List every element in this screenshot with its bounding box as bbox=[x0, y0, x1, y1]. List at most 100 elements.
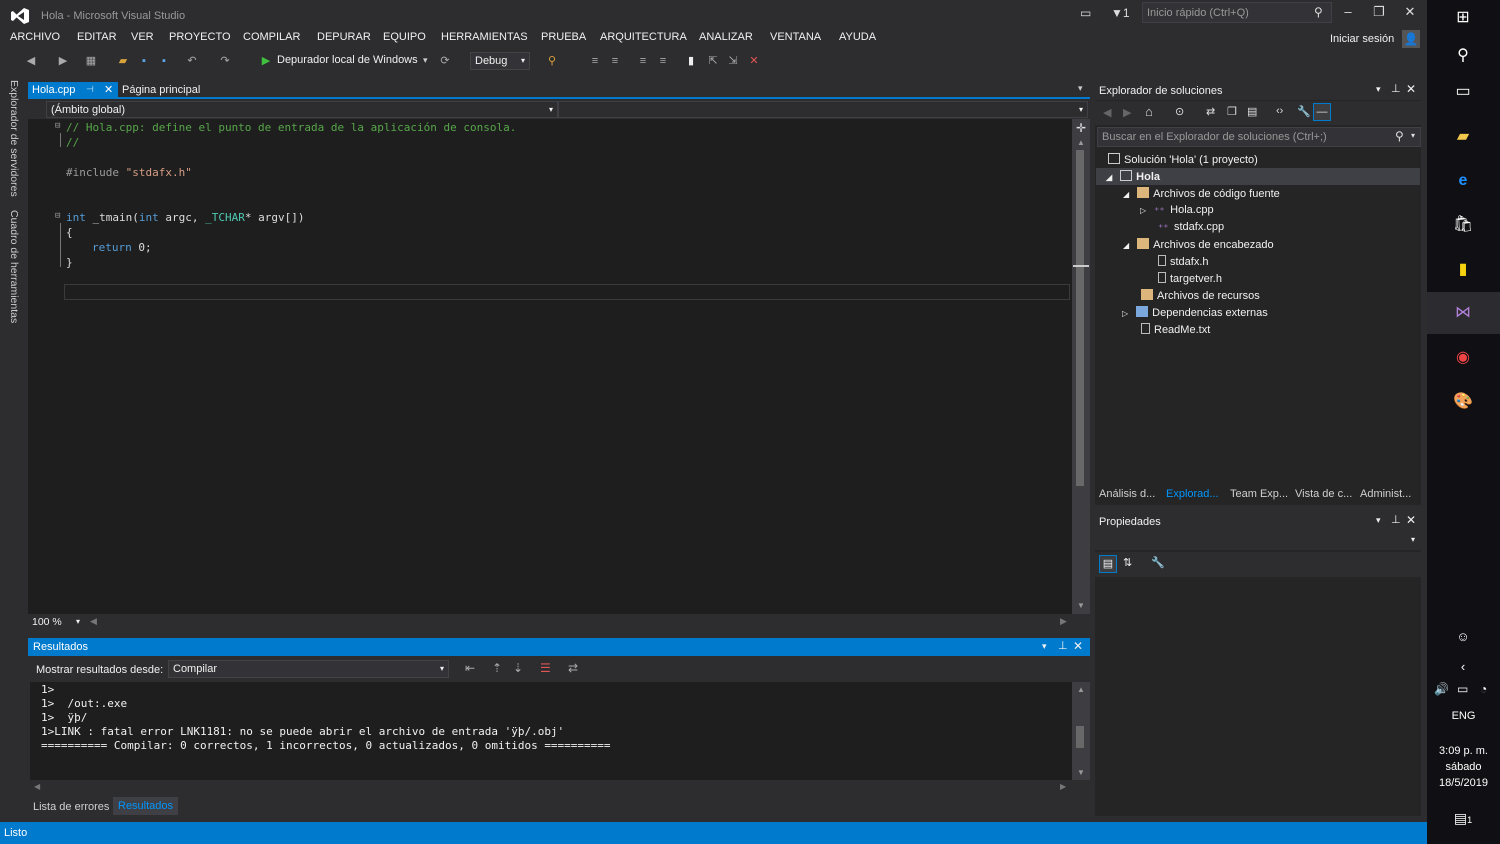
forward-icon[interactable]: ▶ bbox=[1123, 106, 1131, 119]
member-dropdown[interactable]: ▾ bbox=[558, 101, 1088, 118]
start-debug-icon[interactable]: ▶ bbox=[259, 54, 273, 68]
tree-item-readme[interactable]: ReadMe.txt bbox=[1141, 323, 1210, 336]
chevron-down-icon[interactable]: ▾ bbox=[76, 617, 80, 626]
clear-bookmarks-icon[interactable]: ✕ bbox=[747, 54, 761, 68]
tab-team-explorer[interactable]: Team Exp... bbox=[1230, 488, 1288, 500]
pin-icon[interactable]: ⊥ bbox=[1058, 639, 1068, 652]
bookmark-icon[interactable]: ▮ bbox=[684, 54, 698, 68]
search-icon[interactable]: ⚲ bbox=[1395, 129, 1404, 143]
menu-archivo[interactable]: ARCHIVO bbox=[10, 31, 60, 43]
scroll-right-icon[interactable]: ▶ bbox=[1060, 616, 1067, 627]
output-horizontal-scrollbar[interactable]: ◀ ▶ bbox=[30, 780, 1072, 796]
code-editor[interactable] bbox=[46, 119, 1072, 614]
pin-icon[interactable]: ⊣ bbox=[86, 84, 94, 95]
task-view-icon[interactable]: ▭ bbox=[1451, 80, 1475, 104]
scroll-right-icon[interactable]: ▶ bbox=[1060, 782, 1066, 791]
clock-day[interactable]: sábado bbox=[1427, 761, 1500, 773]
tab-class-view[interactable]: Vista de c... bbox=[1295, 488, 1352, 500]
find-in-files-icon[interactable]: ⚲ bbox=[545, 54, 559, 68]
tab-overflow-icon[interactable]: ▾ bbox=[1078, 83, 1083, 94]
close-icon[interactable]: ✕ bbox=[104, 83, 113, 96]
feedback-icon[interactable]: ▭ bbox=[1080, 6, 1091, 20]
tab-solution-explorer[interactable]: Explorad... bbox=[1166, 488, 1219, 500]
visual-studio-taskbar-icon[interactable]: ⋈ bbox=[1451, 301, 1475, 325]
tab-output[interactable]: Resultados bbox=[113, 797, 179, 815]
back-icon[interactable]: ◀ bbox=[24, 54, 38, 68]
menu-proyecto[interactable]: PROYECTO bbox=[169, 31, 231, 43]
show-all-files-icon[interactable]: ▤ bbox=[1247, 105, 1257, 118]
word-wrap-icon[interactable]: ⇄ bbox=[568, 661, 578, 675]
clock-time[interactable]: 3:09 p. m. bbox=[1427, 745, 1500, 757]
search-icon[interactable]: ⚲ bbox=[1314, 5, 1323, 19]
menu-ayuda[interactable]: AYUDA bbox=[839, 31, 876, 43]
close-icon[interactable]: ✕ bbox=[1073, 639, 1083, 653]
tree-item-external-deps[interactable]: ▷ Dependencias externas bbox=[1122, 306, 1268, 319]
scrollbar-thumb[interactable] bbox=[1076, 150, 1084, 486]
menu-analizar[interactable]: ANALIZAR bbox=[699, 31, 753, 43]
next-message-icon[interactable]: ⇣ bbox=[513, 661, 523, 675]
view-code-icon[interactable]: ‹› bbox=[1276, 105, 1283, 117]
restore-button[interactable]: ❐ bbox=[1369, 4, 1389, 22]
pin-icon[interactable]: ⊥ bbox=[1391, 82, 1401, 95]
quick-launch-input[interactable]: Inicio rápido (Ctrl+Q) bbox=[1142, 2, 1332, 23]
output-source-dropdown[interactable]: Compilar ▾ bbox=[168, 660, 449, 678]
scroll-down-icon[interactable]: ▼ bbox=[1077, 601, 1085, 610]
redo-icon[interactable]: ↷ bbox=[218, 54, 232, 68]
tree-item-hola-cpp[interactable]: ▷ ⁺⁺ Hola.cpp bbox=[1140, 204, 1214, 217]
clock-date[interactable]: 18/5/2019 bbox=[1427, 777, 1500, 789]
menu-ventana[interactable]: VENTANA bbox=[770, 31, 821, 43]
refresh-icon[interactable]: ⟳ bbox=[438, 54, 452, 68]
menu-ver[interactable]: VER bbox=[131, 31, 154, 43]
tree-item-stdafx-cpp[interactable]: ⁺⁺ stdafx.cpp bbox=[1158, 221, 1224, 234]
open-folder-icon[interactable]: ▰ bbox=[116, 54, 130, 68]
scroll-down-icon[interactable]: ▼ bbox=[1077, 768, 1085, 777]
collapsed-icon[interactable]: ▷ bbox=[1122, 309, 1128, 318]
clear-all-icon[interactable]: ☰ bbox=[540, 661, 551, 675]
sticky-notes-icon[interactable]: ▮ bbox=[1451, 258, 1475, 282]
edge-browser-icon[interactable]: e bbox=[1451, 169, 1475, 193]
expanded-icon[interactable]: ◢ bbox=[1123, 241, 1129, 250]
chevron-down-icon[interactable]: ▾ bbox=[423, 55, 428, 66]
sync-icon[interactable]: ⇄ bbox=[1206, 105, 1215, 118]
avatar-icon[interactable]: 👤 bbox=[1402, 30, 1420, 48]
forward-icon[interactable]: ▶ bbox=[56, 54, 70, 68]
prev-message-icon[interactable]: ⇡ bbox=[492, 661, 502, 675]
new-project-icon[interactable]: ▦ bbox=[84, 54, 98, 68]
tab-property-manager[interactable]: Administ... bbox=[1360, 488, 1411, 500]
collapse-icon[interactable]: ⊟ bbox=[55, 121, 60, 131]
signin-link[interactable]: Iniciar sesión bbox=[1330, 33, 1394, 45]
scroll-up-icon[interactable]: ▲ bbox=[1077, 685, 1085, 694]
tab-start-page[interactable]: Página principal bbox=[118, 82, 204, 99]
close-button[interactable]: ✕ bbox=[1400, 4, 1420, 22]
debugger-selector[interactable]: Depurador local de Windows bbox=[277, 54, 418, 66]
pending-changes-icon[interactable]: ⊙ bbox=[1175, 105, 1184, 118]
volume-icon[interactable]: 🔊 bbox=[1434, 682, 1449, 696]
properties-icon[interactable]: 🔧 bbox=[1297, 105, 1311, 118]
menu-prueba[interactable]: PRUEBA bbox=[541, 31, 586, 43]
collapse-all-icon[interactable]: ❐ bbox=[1227, 105, 1237, 118]
notification-flag-icon[interactable]: ▼1 bbox=[1111, 6, 1130, 20]
chevron-down-icon[interactable]: ▾ bbox=[1376, 515, 1381, 526]
format-icon[interactable]: ≡ bbox=[588, 54, 602, 68]
windows-start-icon[interactable]: ⊞ bbox=[1451, 6, 1475, 30]
minimize-button[interactable]: – bbox=[1338, 4, 1358, 22]
close-icon[interactable]: ✕ bbox=[1406, 513, 1416, 527]
menu-depurar[interactable]: DEPURAR bbox=[317, 31, 371, 43]
preview-icon[interactable]: — bbox=[1313, 103, 1331, 121]
home-icon[interactable]: ⌂ bbox=[1145, 104, 1153, 119]
chevron-down-icon[interactable]: ▾ bbox=[1411, 131, 1415, 140]
chevron-down-icon[interactable]: ▾ bbox=[1042, 641, 1047, 652]
menu-herramientas[interactable]: HERRAMIENTAS bbox=[441, 31, 528, 43]
battery-icon[interactable]: ▭ bbox=[1457, 682, 1468, 696]
menu-compilar[interactable]: COMPILAR bbox=[243, 31, 300, 43]
properties-object-selector[interactable]: ▾ bbox=[1095, 531, 1421, 550]
back-icon[interactable]: ◀ bbox=[1103, 106, 1111, 119]
chevron-down-icon[interactable]: ▾ bbox=[1376, 84, 1381, 95]
expanded-icon[interactable]: ◢ bbox=[1106, 173, 1112, 182]
action-center-icon[interactable]: ▤1 bbox=[1451, 806, 1475, 830]
chrome-icon[interactable]: ◉ bbox=[1451, 346, 1475, 370]
expanded-icon[interactable]: ◢ bbox=[1123, 190, 1129, 199]
indent-icon[interactable]: ≡ bbox=[608, 54, 622, 68]
search-icon[interactable]: ⚲ bbox=[1451, 44, 1475, 68]
tab-analysis[interactable]: Análisis d... bbox=[1099, 488, 1155, 500]
